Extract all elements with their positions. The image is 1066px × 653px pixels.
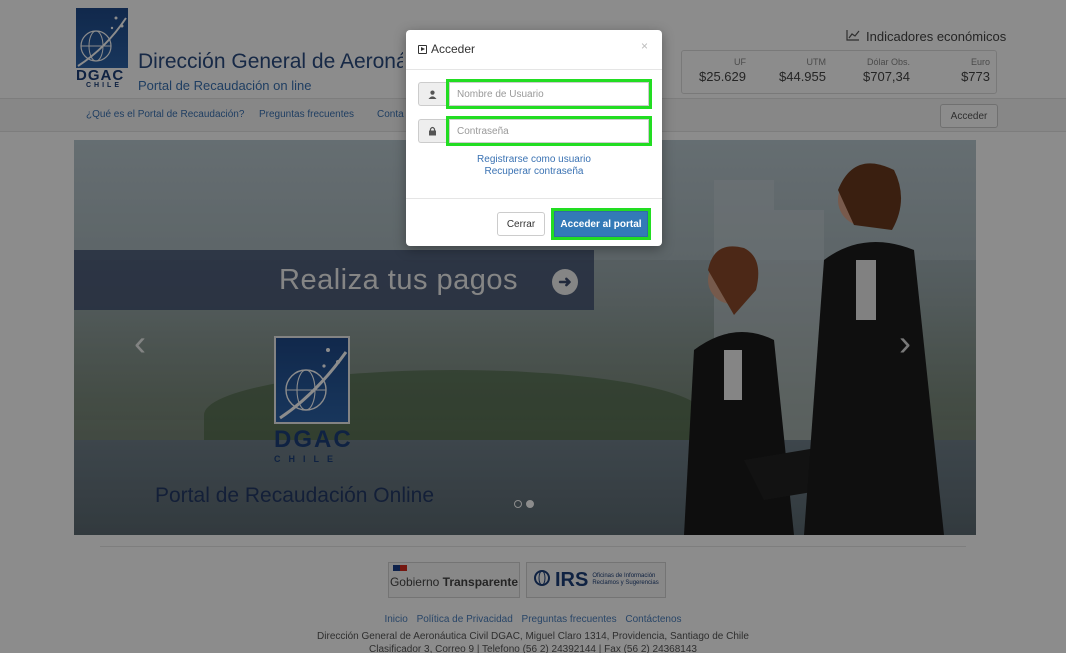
close-button[interactable]: Cerrar — [497, 212, 545, 236]
modal-header: Acceder × — [406, 30, 662, 70]
username-group — [418, 79, 652, 109]
user-icon — [418, 82, 446, 106]
submit-login-button[interactable]: Acceder al portal — [554, 211, 648, 237]
lock-icon — [418, 119, 446, 143]
modal-footer: Cerrar Acceder al portal — [406, 198, 662, 246]
password-group — [418, 116, 652, 146]
login-modal: Acceder × Registrarse como usuario Recup… — [406, 30, 662, 246]
password-input[interactable] — [449, 119, 649, 143]
register-link[interactable]: Registrarse como usuario — [406, 154, 662, 166]
username-highlight — [446, 79, 652, 109]
sign-in-icon — [418, 44, 427, 54]
modal-links: Registrarse como usuario Recuperar contr… — [406, 154, 662, 178]
submit-highlight: Acceder al portal — [551, 208, 651, 240]
recover-password-link[interactable]: Recuperar contraseña — [406, 166, 662, 178]
close-icon[interactable]: × — [641, 39, 648, 53]
password-highlight — [446, 116, 652, 146]
modal-title: Acceder — [418, 42, 475, 56]
modal-title-text: Acceder — [431, 42, 476, 56]
username-input[interactable] — [449, 82, 649, 106]
